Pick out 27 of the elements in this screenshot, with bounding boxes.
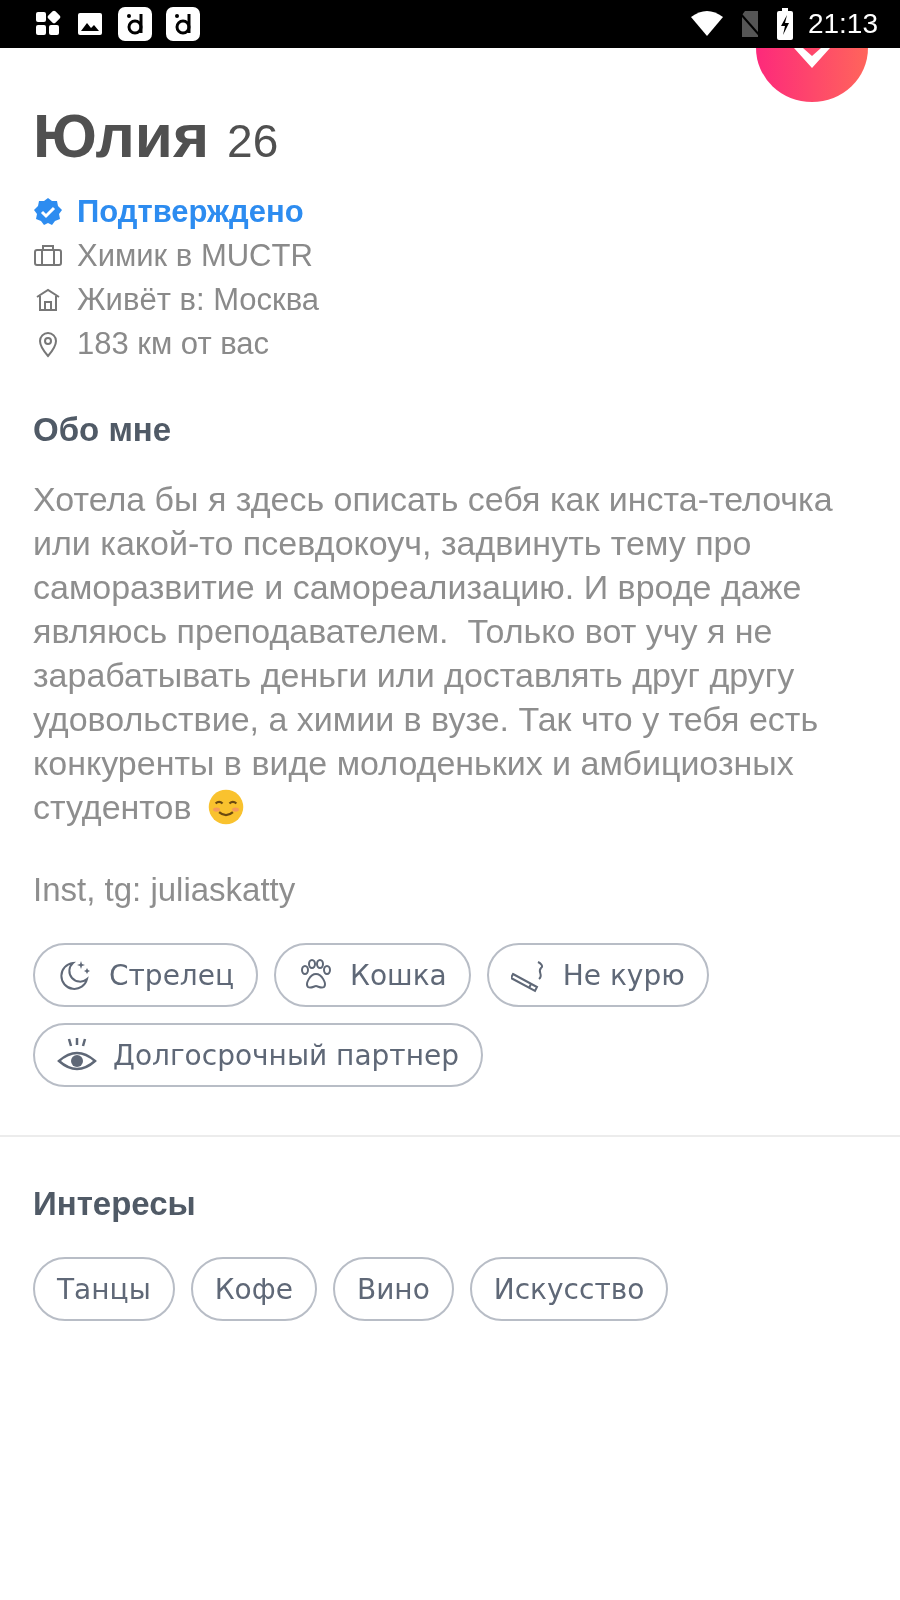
section-heading: Обо мне xyxy=(33,411,173,449)
app-icon xyxy=(166,7,200,41)
wifi-icon xyxy=(689,11,724,37)
interest-tag: Кофе xyxy=(190,1257,317,1321)
apps-icon xyxy=(34,10,62,38)
contact-text: Inst, tg: juliaskatty xyxy=(33,871,297,909)
profile-detail: Живёт в: Москва xyxy=(77,282,319,318)
verified-label: Подтверждено xyxy=(77,194,304,230)
tag-label: Стрелец xyxy=(109,958,235,992)
verified-badge-icon xyxy=(33,197,63,227)
section-heading: Интересы xyxy=(33,1185,197,1223)
profile-detail: Химик в MUCTR xyxy=(77,238,313,274)
profile-detail: 183 км от вас xyxy=(77,326,270,362)
profile-age: 26 xyxy=(227,114,279,168)
bio-text: студентов xyxy=(33,787,192,828)
status-time: 21:13 xyxy=(807,8,878,40)
interest-tag: Искусство xyxy=(469,1257,669,1321)
image-icon xyxy=(76,10,104,38)
profile-name: Юлия xyxy=(33,100,210,171)
interest-tag: Танцы xyxy=(33,1257,175,1321)
tag-label: Долгосрочный партнер xyxy=(113,1038,459,1072)
tag-label: Не курю xyxy=(562,958,685,992)
interest-tag: Вино xyxy=(332,1257,454,1321)
eye-icon xyxy=(57,1037,97,1073)
app-icon xyxy=(118,7,152,41)
battery-icon xyxy=(775,8,794,40)
tag-label: Кошка xyxy=(350,958,447,992)
